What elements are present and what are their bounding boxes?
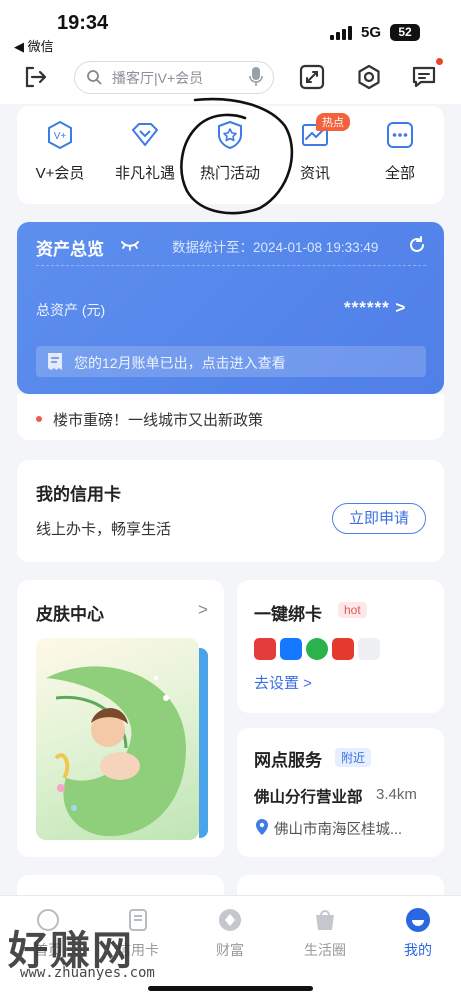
nearby-badge: 附近	[335, 748, 372, 767]
bill-notice-text: 您的12月账单已出，点击进入查看	[74, 355, 286, 371]
chevron-right-icon[interactable]: >	[198, 600, 208, 620]
more-icon	[358, 638, 380, 660]
network-type: 5G	[361, 24, 382, 41]
microphone-icon[interactable]	[249, 66, 263, 88]
branch-name: 佛山分行营业部	[254, 789, 363, 806]
refresh-icon[interactable]	[408, 236, 426, 254]
message-icon[interactable]	[411, 64, 437, 90]
scan-icon[interactable]	[299, 64, 325, 90]
branch-distance: 3.4km	[376, 786, 417, 803]
tab-life[interactable]: 生活圈	[285, 907, 365, 960]
settings-icon[interactable]	[356, 64, 382, 90]
hide-eye-icon[interactable]	[120, 238, 140, 252]
battery-icon: 52	[390, 24, 420, 41]
wealth-icon	[219, 909, 241, 931]
quick-item-label: 非凡礼遇	[114, 165, 175, 182]
tab-label: 财富	[216, 942, 244, 958]
diamond-heart-icon	[132, 123, 158, 146]
search-placeholder: 播客厅|V+会员	[112, 70, 204, 86]
profile-icon	[406, 908, 430, 932]
alipay-icon	[280, 638, 302, 660]
signal-icon	[330, 26, 352, 40]
hand-drawn-circle-annotation	[180, 97, 294, 215]
total-assets-label: 总资产 (元)	[36, 302, 106, 318]
go-settings-link[interactable]: 去设置 >	[254, 672, 312, 693]
apply-now-button[interactable]: 立即申请	[332, 503, 426, 534]
quick-item-label: 全部	[384, 165, 415, 182]
logout-icon[interactable]	[22, 64, 48, 90]
location-pin-icon	[256, 819, 268, 835]
unionpay-icon	[254, 638, 276, 660]
quick-item-privileges[interactable]: 非凡礼遇	[105, 120, 185, 183]
credit-title: 我的信用卡	[36, 485, 121, 504]
skin-center-title: 皮肤中心	[36, 605, 104, 624]
more-grid-icon	[387, 122, 413, 148]
quick-item-label: V+会员	[35, 165, 85, 182]
jd-pay-icon	[332, 638, 354, 660]
message-badge	[436, 58, 443, 65]
svg-text:V+: V+	[54, 131, 67, 142]
payment-icons	[254, 638, 380, 660]
wechat-pay-icon	[306, 638, 328, 660]
hot-tag: 热点	[316, 113, 350, 131]
bind-card-title: 一键绑卡	[254, 605, 322, 624]
news-dot	[36, 416, 42, 422]
total-assets-value[interactable]: ****** >	[344, 298, 406, 318]
asset-title: 资产总览	[36, 240, 104, 259]
shopping-bag-icon	[316, 910, 334, 930]
status-time: 19:34	[57, 12, 109, 34]
home-indicator	[148, 986, 313, 991]
skin-card-edge	[199, 648, 208, 838]
branch-address: 佛山市南海区桂城...	[274, 822, 403, 838]
quick-item-all[interactable]: 全部	[360, 120, 440, 183]
fairy-leaf-illustration	[46, 666, 186, 837]
tab-label: 生活圈	[304, 942, 346, 958]
news-headline[interactable]: 楼市重磅！一线城市又出新政策	[53, 409, 263, 430]
bill-icon	[48, 353, 62, 370]
branch-title: 网点服务	[254, 751, 322, 770]
search-icon	[87, 70, 102, 85]
watermark-url: www.zhuanyes.com	[20, 965, 155, 981]
stat-time: 数据统计至：2024-01-08 19:33:49	[172, 240, 379, 255]
tab-label: 我的	[404, 942, 432, 958]
tab-wealth[interactable]: 财富	[190, 907, 270, 960]
divider	[36, 265, 426, 266]
vplus-icon: V+	[48, 120, 72, 150]
hot-badge: hot	[338, 602, 367, 618]
tab-mine[interactable]: 我的	[378, 907, 458, 960]
credit-subtitle: 线上办卡，畅享生活	[36, 521, 172, 538]
skin-preview-image[interactable]	[36, 638, 199, 840]
quick-item-vplus[interactable]: V+ V+会员	[20, 120, 100, 183]
back-to-app-link[interactable]: ◀ 微信	[14, 36, 54, 55]
